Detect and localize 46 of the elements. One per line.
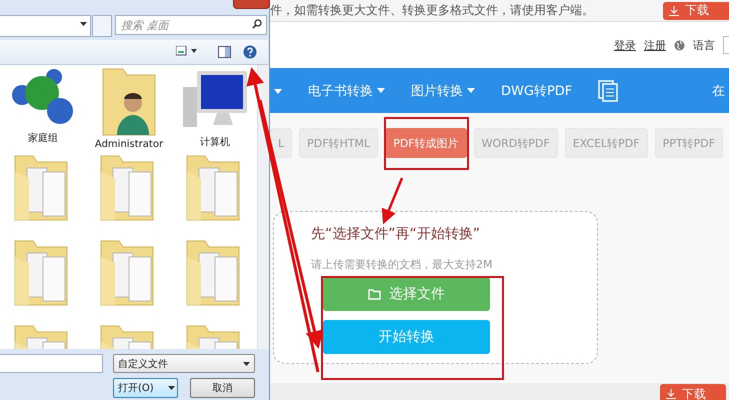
download-icon	[666, 389, 676, 399]
tool-tab[interactable]: WORD转PDF	[474, 128, 558, 158]
tool-tab[interactable]: PPT转PDF	[654, 128, 724, 158]
file-name-field[interactable]	[0, 354, 103, 373]
download-button[interactable]: 下载	[660, 384, 726, 400]
caret-icon	[377, 88, 385, 93]
nav-item[interactable]: DWG转PDF	[501, 82, 572, 100]
download-button[interactable]: 下载	[663, 2, 729, 20]
upload-hint: 请上传需要转换的文档，最大支持2M	[311, 257, 494, 272]
search-field[interactable]: 搜索 桌面	[115, 15, 267, 35]
header-link[interactable]: 注册	[644, 38, 666, 52]
caret-icon	[243, 362, 250, 366]
annotation-arrow	[382, 178, 404, 224]
globe-icon	[674, 40, 685, 50]
view-icon[interactable]	[176, 46, 198, 56]
folder-icon	[368, 288, 381, 300]
nav-item[interactable]: 电子书转换	[308, 82, 385, 100]
start-convert-button[interactable]: 开始转换	[323, 320, 490, 354]
nav-item[interactable]: 图片转换	[411, 82, 475, 100]
select-file-button[interactable]: 选择文件	[323, 277, 490, 311]
document-list-icon	[598, 80, 618, 102]
preview-pane-icon[interactable]	[218, 46, 231, 58]
cancel-button[interactable]: 取消	[190, 378, 255, 398]
item-label[interactable]: Administrator	[94, 139, 164, 150]
caret-icon	[274, 89, 282, 94]
help-icon[interactable]	[243, 45, 257, 59]
download-icon	[669, 6, 679, 16]
caret-icon	[467, 88, 475, 93]
file-type-dropdown[interactable]: 自定义文件	[113, 354, 255, 373]
item-label[interactable]: 家庭组	[28, 131, 58, 145]
caret-icon	[168, 386, 175, 390]
open-button[interactable]: 打开(O)	[113, 378, 178, 398]
notice-text: 件，如需转换更大文件、转换更多格式文件，请使用客户端。	[270, 2, 595, 19]
header-link[interactable]: 登录	[614, 38, 636, 52]
scrollbar[interactable]	[257, 65, 269, 349]
nav-item[interactable]: 在	[712, 82, 725, 100]
tool-tab[interactable]: PDF转HTML	[299, 128, 378, 158]
language-link[interactable]: 语言	[693, 38, 715, 52]
item-label[interactable]: 计算机	[200, 135, 230, 149]
tool-tab[interactable]: PDF转成图片	[385, 128, 467, 158]
tool-tab[interactable]: EXCEL转PDF	[564, 128, 648, 158]
tool-tab[interactable]: L	[270, 128, 292, 158]
address-bar[interactable]	[0, 15, 91, 37]
search-icon	[252, 19, 262, 29]
refresh-button[interactable]	[92, 15, 112, 37]
upload-title: 先“选择文件”再“开始转换”	[311, 225, 482, 243]
